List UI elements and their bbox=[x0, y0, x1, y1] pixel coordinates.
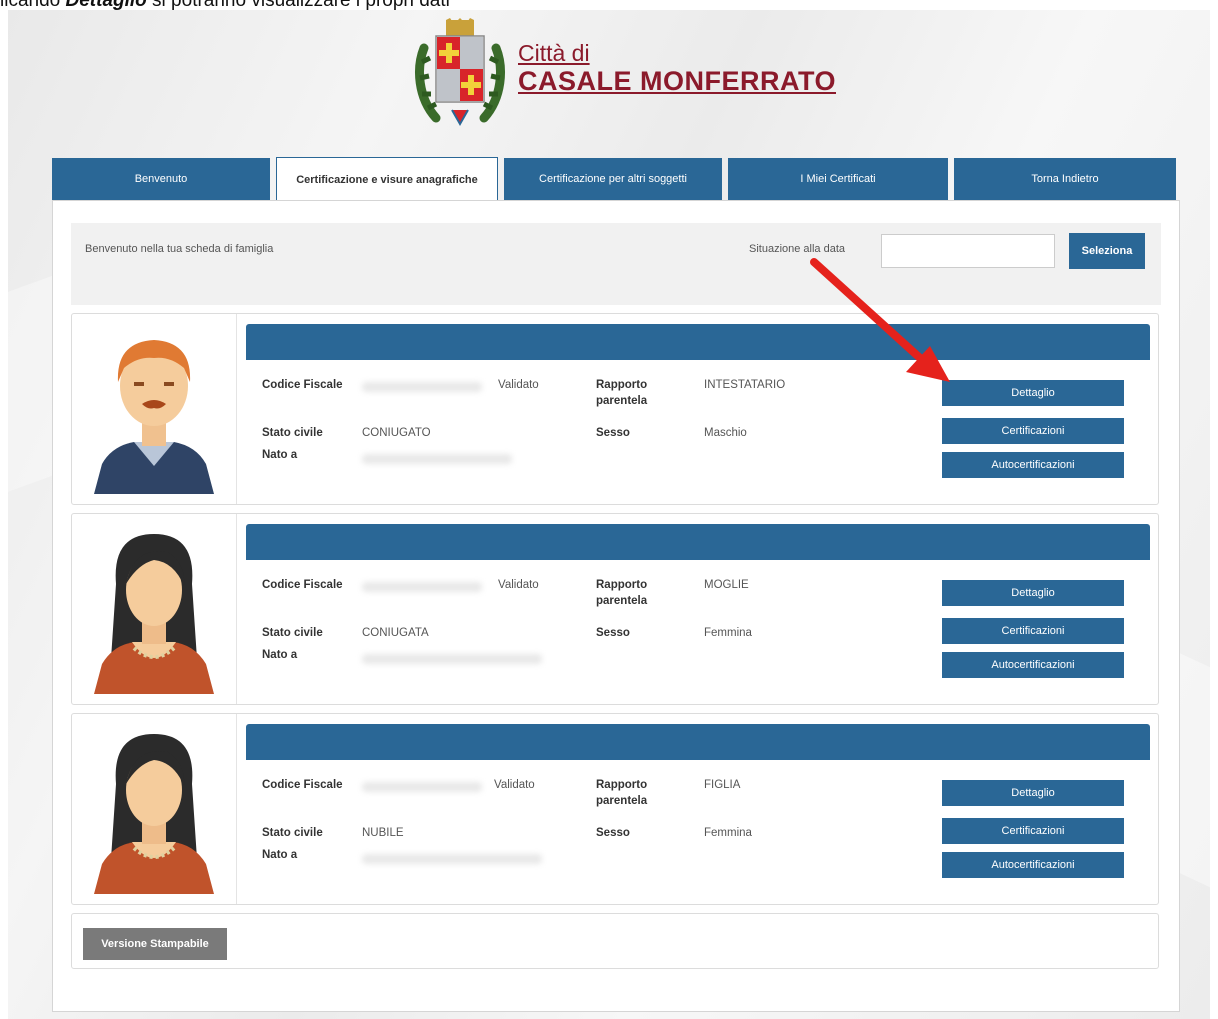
family-panel: Benvenuto nella tua scheda di famiglia S… bbox=[52, 200, 1180, 1012]
tab-certificazione-visure[interactable]: Certificazione e visure anagrafiche bbox=[276, 157, 498, 201]
seleziona-button[interactable]: Seleziona bbox=[1069, 233, 1145, 269]
male-avatar-icon bbox=[94, 340, 214, 494]
dettaglio-button[interactable]: Dettaglio bbox=[942, 580, 1124, 606]
date-label: Situazione alla data bbox=[749, 243, 846, 255]
tutorial-caption: licando Dettaglio si potranno visualizza… bbox=[0, 0, 1218, 10]
autocertificazioni-button[interactable]: Autocertificazioni bbox=[942, 652, 1124, 678]
female-avatar-icon bbox=[94, 734, 214, 894]
brand-line2: CASALE MONFERRATO bbox=[518, 66, 836, 96]
welcome-text: Benvenuto nella tua scheda di famiglia bbox=[85, 243, 274, 255]
city-brand-link[interactable]: Città di CASALE MONFERRATO bbox=[518, 40, 836, 96]
autocertificazioni-button[interactable]: Autocertificazioni bbox=[942, 452, 1124, 478]
member-card: Codice Fiscale Validato Rapporto parente… bbox=[71, 513, 1159, 705]
member-card: Codice Fiscale Validato Rapporto parente… bbox=[71, 713, 1159, 905]
certificazioni-button[interactable]: Certificazioni bbox=[942, 818, 1124, 844]
member-card-header bbox=[246, 324, 1150, 360]
female-avatar bbox=[72, 514, 237, 704]
autocertificazioni-button[interactable]: Autocertificazioni bbox=[942, 852, 1124, 878]
female-avatar-icon bbox=[94, 534, 214, 694]
certificazioni-button[interactable]: Certificazioni bbox=[942, 618, 1124, 644]
tab-benvenuto[interactable]: Benvenuto bbox=[52, 158, 270, 200]
brand-line1: Città di bbox=[518, 40, 590, 66]
coat-of-arms-logo bbox=[415, 18, 505, 127]
tab-miei-certificati[interactable]: I Miei Certificati bbox=[728, 158, 948, 200]
member-card-header bbox=[246, 524, 1150, 560]
dettaglio-button[interactable]: Dettaglio bbox=[942, 380, 1124, 406]
versione-stampabile-button[interactable]: Versione Stampabile bbox=[83, 928, 227, 960]
male-avatar bbox=[72, 314, 237, 504]
dettaglio-button[interactable]: Dettaglio bbox=[942, 780, 1124, 806]
tab-altri-soggetti[interactable]: Certificazione per altri soggetti bbox=[504, 158, 722, 200]
member-card-header bbox=[246, 724, 1150, 760]
date-filter-bar: Benvenuto nella tua scheda di famiglia S… bbox=[71, 223, 1161, 305]
main-tabs: Benvenuto Certificazione e visure anagra… bbox=[52, 157, 1176, 201]
female-avatar bbox=[72, 714, 237, 904]
member-card: Codice Fiscale Validato Rapporto parente… bbox=[71, 313, 1159, 505]
date-input[interactable] bbox=[881, 234, 1055, 268]
caption-bold: Dettaglio bbox=[66, 0, 147, 10]
tab-torna-indietro[interactable]: Torna Indietro bbox=[954, 158, 1176, 200]
certificazioni-button[interactable]: Certificazioni bbox=[942, 418, 1124, 444]
print-section: Versione Stampabile bbox=[71, 913, 1159, 969]
